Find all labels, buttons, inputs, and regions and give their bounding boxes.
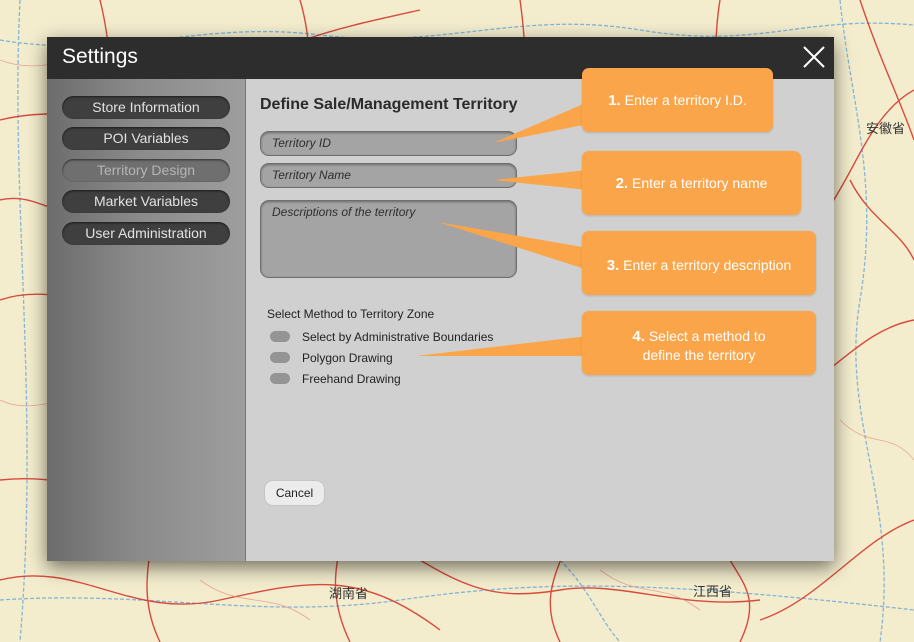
- callout-text: Enter a territory name: [632, 175, 768, 191]
- territory-name-placeholder: Territory Name: [272, 168, 351, 182]
- dialog-title: Settings: [62, 45, 138, 68]
- method-option-label: Select by Administrative Boundaries: [302, 330, 494, 344]
- panel-heading: Define Sale/Management Territory: [260, 96, 518, 113]
- settings-sidebar: Store Information POI Variables Territor…: [47, 79, 246, 561]
- territory-id-placeholder: Territory ID: [272, 136, 331, 150]
- callout-text: Select a method to define the territory: [642, 328, 766, 363]
- callout-step-3: 3. Enter a territory description: [582, 231, 816, 295]
- sidebar-item-poi-variables[interactable]: POI Variables: [62, 127, 230, 150]
- territory-id-input[interactable]: Territory ID: [260, 131, 517, 156]
- radio-toggle-icon[interactable]: [270, 331, 290, 342]
- callout-step-2: 2. Enter a territory name: [582, 151, 801, 215]
- sidebar-item-user-administration[interactable]: User Administration: [62, 222, 230, 245]
- method-option-label: Freehand Drawing: [302, 372, 401, 386]
- method-section-title: Select Method to Territory Zone: [267, 307, 435, 321]
- province-label-anhui: 安徽省: [866, 122, 906, 137]
- callout-number: 3.: [606, 257, 620, 274]
- method-option-label: Polygon Drawing: [302, 351, 393, 365]
- callout-number: 1.: [608, 92, 621, 109]
- callout-number: 4.: [632, 328, 645, 345]
- close-icon[interactable]: [802, 45, 826, 69]
- province-label-hunan: 湖南省: [329, 587, 369, 602]
- callout-step-4: 4. Select a method to define the territo…: [582, 311, 816, 375]
- callout-text: Enter a territory description: [623, 257, 792, 273]
- sidebar-item-store-information[interactable]: Store Information: [62, 96, 230, 119]
- sidebar-item-territory-design[interactable]: Territory Design: [62, 159, 230, 182]
- callout-step-1: 1. Enter a territory I.D.: [582, 68, 773, 132]
- sidebar-item-market-variables[interactable]: Market Variables: [62, 190, 230, 213]
- radio-toggle-icon[interactable]: [270, 373, 290, 384]
- callout-number: 2.: [615, 175, 629, 192]
- callout-text: Enter a territory I.D.: [624, 92, 747, 108]
- province-label-jiangxi: 江西省: [693, 585, 733, 600]
- radio-toggle-icon[interactable]: [270, 352, 290, 363]
- cancel-button[interactable]: Cancel: [264, 480, 325, 506]
- territory-description-textarea[interactable]: Descriptions of the territory: [260, 200, 517, 278]
- territory-description-placeholder: Descriptions of the territory: [272, 205, 416, 219]
- territory-name-input[interactable]: Territory Name: [260, 163, 517, 188]
